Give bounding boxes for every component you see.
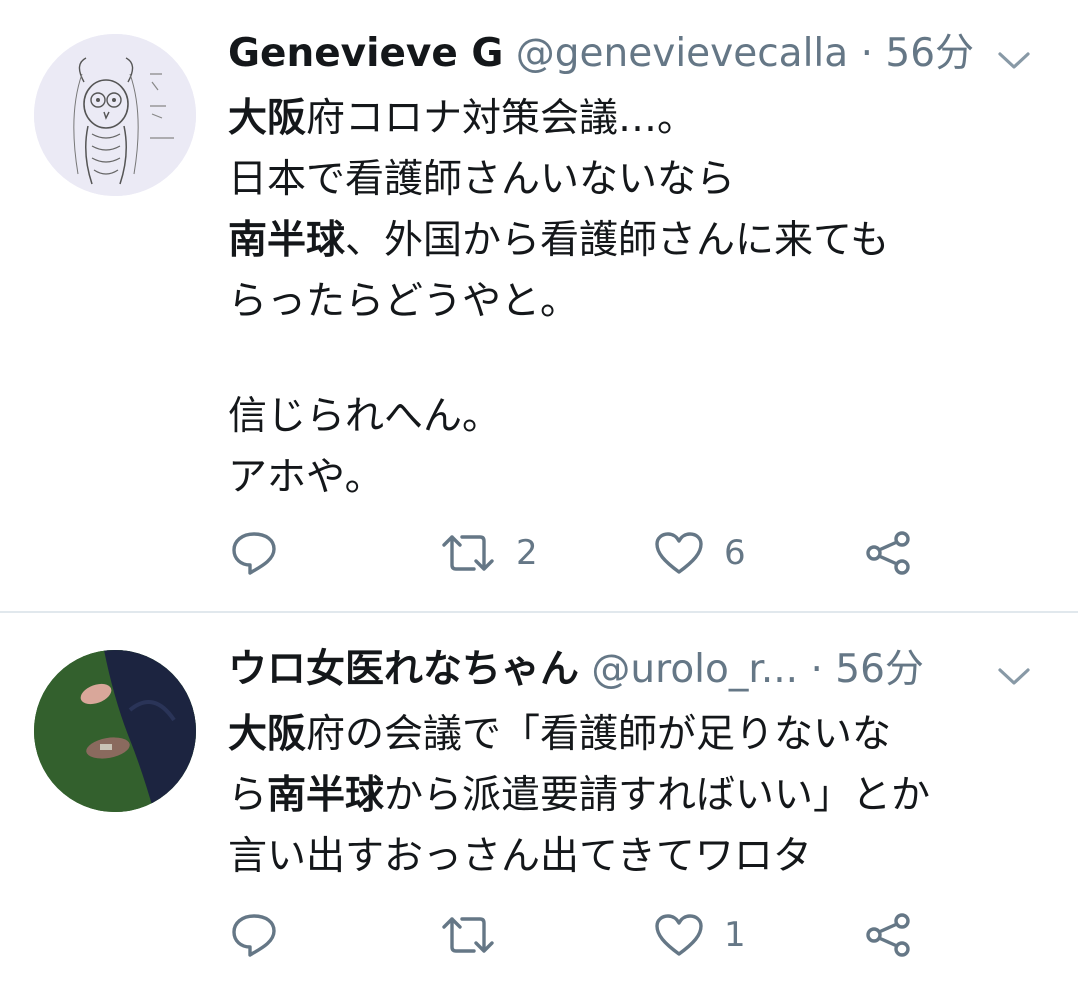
tweet-text-line: 信じられへん。 — [228, 386, 1048, 447]
reply-icon — [230, 530, 278, 576]
display-name[interactable]: Genevieve G — [228, 31, 503, 76]
share-button[interactable] — [864, 910, 912, 960]
highlighted-keyword: 南半球 — [228, 218, 346, 263]
heart-icon — [654, 913, 704, 957]
tweet-text-line: 言い出すおっさん出てきてワロタ — [228, 826, 1048, 887]
tweet-text-line: ら南半球から派遣要請すればいい」とか — [228, 765, 1048, 826]
tweet-text-line: 大阪府コロナ対策会議…。 — [228, 88, 1048, 149]
avatar-drawing — [34, 34, 196, 196]
action-bar: 1 — [230, 910, 990, 960]
tweet-text: 大阪府の会議で「看護師が足りないな ら南半球から派遣要請すればいい」とか 言い出すお… — [228, 704, 1048, 887]
highlighted-keyword: 南半球 — [267, 773, 385, 818]
like-count: 1 — [724, 915, 746, 955]
display-name[interactable]: ウロ女医れなちゃん — [228, 647, 579, 692]
tweet-divider — [0, 611, 1078, 613]
retweet-icon — [440, 913, 496, 957]
tweet-text-line: アホや。 — [228, 447, 1048, 508]
text-run: 言い出すおっさん出てきてワロタ — [228, 834, 812, 879]
separator-dot: · — [860, 31, 873, 76]
share-button[interactable] — [864, 528, 912, 578]
chevron-down-icon[interactable] — [996, 38, 1032, 69]
heart-icon — [654, 531, 704, 575]
text-run: 府コロナ対策会議…。 — [306, 96, 697, 141]
tweet-text-line: らったらどうやと。 — [228, 271, 1048, 332]
tweet-header: Genevieve G @genevievecalla · 56分 — [228, 30, 1048, 78]
retweet-button[interactable] — [440, 910, 516, 960]
text-run: ら — [228, 773, 268, 818]
highlighted-keyword: 大阪 — [228, 96, 307, 141]
text-run: 、外国から看護師さんに来ても — [345, 218, 890, 263]
action-bar: 2 6 — [230, 528, 990, 578]
avatar[interactable] — [34, 34, 196, 196]
like-button[interactable]: 1 — [654, 910, 746, 960]
chevron-down-icon[interactable] — [996, 654, 1032, 685]
tweet-text-line: 南半球、外国から看護師さんに来ても — [228, 210, 1048, 271]
text-run: から派遣要請すればいい」とか — [384, 773, 931, 818]
text-run: アホや。 — [228, 455, 384, 500]
tweet[interactable]: Genevieve G @genevievecalla · 56分 大阪府コロナ… — [0, 0, 1078, 612]
retweet-button[interactable]: 2 — [440, 528, 538, 578]
separator-dot: · — [810, 647, 823, 692]
timestamp[interactable]: 56分 — [885, 31, 974, 76]
retweet-icon — [440, 531, 496, 575]
tweet-text-line: 日本で看護師さんいないなら — [228, 149, 1048, 210]
like-button[interactable]: 6 — [654, 528, 746, 578]
reply-icon — [230, 912, 278, 958]
user-handle[interactable]: @urolo_r... — [591, 647, 798, 692]
reply-button[interactable] — [230, 910, 298, 960]
highlighted-keyword: 大阪 — [228, 712, 307, 757]
text-run: 府の会議で「看護師が足りないな — [306, 712, 892, 757]
retweet-count: 2 — [516, 533, 538, 573]
tweet-text-line: 大阪府の会議で「看護師が足りないな — [228, 704, 1048, 765]
tweet-text: 大阪府コロナ対策会議…。 日本で看護師さんいないなら 南半球、外国から看護師さんに来… — [228, 88, 1048, 508]
text-run: らったらどうやと。 — [228, 279, 580, 324]
timestamp[interactable]: 56分 — [835, 647, 924, 692]
share-icon — [864, 911, 912, 959]
tweet-header: ウロ女医れなちゃん @urolo_r... · 56分 — [228, 646, 1048, 694]
text-run: 日本で看護師さんいないなら — [228, 157, 736, 202]
text-run: 信じられへん。 — [228, 394, 502, 439]
reply-button[interactable] — [230, 528, 298, 578]
user-handle[interactable]: @genevievecalla — [516, 31, 848, 76]
avatar[interactable] — [34, 650, 196, 812]
share-icon — [864, 529, 912, 577]
tweet[interactable]: ウロ女医れなちゃん @urolo_r... · 56分 大阪府の会議で「看護師が… — [0, 614, 1078, 990]
like-count: 6 — [724, 533, 746, 573]
avatar-photo — [34, 650, 196, 812]
